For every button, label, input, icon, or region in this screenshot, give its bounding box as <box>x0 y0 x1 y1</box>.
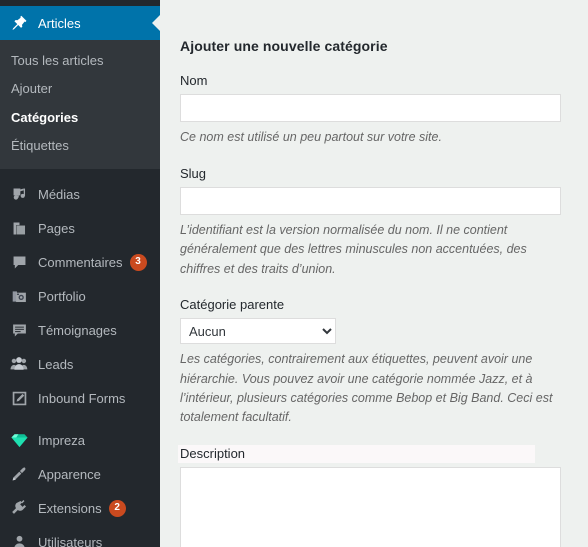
description-textarea[interactable] <box>180 466 561 547</box>
submenu-item-ajouter[interactable]: Ajouter <box>0 75 160 103</box>
sidebar-item-medias[interactable]: Médias <box>0 177 160 211</box>
sidebar-item-inbound-forms[interactable]: Inbound Forms <box>0 381 160 415</box>
plugin-icon <box>9 498 29 518</box>
sidebar-separator-1 <box>0 169 160 177</box>
sidebar-item-label: Commentaires <box>38 254 123 270</box>
sidebar-item-label: Leads <box>38 356 74 372</box>
main-content: Ajouter une nouvelle catégorie Nom Ce no… <box>160 0 588 547</box>
page-title: Ajouter une nouvelle catégorie <box>180 38 388 54</box>
sidebar-item-label: Témoignages <box>38 322 117 338</box>
name-label: Nom <box>180 73 208 89</box>
sidebar-item-impreza[interactable]: Impreza <box>0 423 160 457</box>
sidebar-item-label: Portfolio <box>38 288 86 304</box>
description-label-text: Description <box>178 444 536 463</box>
parent-category-select[interactable]: Aucun <box>180 318 336 345</box>
brush-icon <box>9 464 29 484</box>
admin-sidebar: Articles Tous les articles Ajouter Catég… <box>0 0 160 547</box>
wordpress-admin-screen: Articles Tous les articles Ajouter Catég… <box>0 0 588 547</box>
extensions-badge: 2 <box>108 499 126 517</box>
current-menu-arrow <box>152 15 160 31</box>
sidebar-item-label: Articles <box>38 15 81 31</box>
slug-label: Slug <box>180 165 207 181</box>
slug-input[interactable] <box>180 186 561 215</box>
slug-help-text: L’identifiant est la version normalisée … <box>180 222 527 276</box>
name-input[interactable] <box>180 94 561 123</box>
form-edit-icon <box>9 388 29 408</box>
sidebar-item-extensions[interactable]: Extensions 2 <box>0 491 160 525</box>
submenu-item-tous-les-articles[interactable]: Tous les articles <box>0 47 160 75</box>
sidebar-item-label: Inbound Forms <box>38 390 126 406</box>
comment-icon <box>9 252 29 272</box>
articles-submenu: Tous les articles Ajouter Catégories Éti… <box>0 40 160 169</box>
sidebar-item-leads[interactable]: Leads <box>0 347 160 381</box>
submenu-item-etiquettes[interactable]: Étiquettes <box>0 132 160 160</box>
sidebar-item-temoignages[interactable]: Témoignages <box>0 313 160 347</box>
sidebar-item-label: Pages <box>38 220 75 236</box>
field-parent-category: Catégorie parente Aucun Les catégories, … <box>180 296 560 428</box>
sidebar-item-apparence[interactable]: Apparence <box>0 457 160 491</box>
portfolio-icon <box>9 286 29 306</box>
parent-category-help-text: Les catégories, contrairement aux étique… <box>180 352 553 425</box>
sidebar-separator-2 <box>0 415 160 423</box>
pages-icon <box>9 218 29 238</box>
sidebar-item-label: Impreza <box>38 432 85 448</box>
pin-icon <box>9 13 29 33</box>
field-description: Description <box>178 444 561 547</box>
name-help-text: Ce nom est utilisé un peu partout sur vo… <box>180 130 442 145</box>
testimonial-icon <box>9 320 29 340</box>
media-icon <box>9 184 29 204</box>
diamond-icon <box>9 430 29 450</box>
user-icon <box>9 532 29 547</box>
sidebar-item-label: Apparence <box>38 466 101 482</box>
comments-badge: 3 <box>129 253 147 271</box>
sidebar-item-pages[interactable]: Pages <box>0 211 160 245</box>
sidebar-item-articles[interactable]: Articles <box>0 6 160 40</box>
description-label: Description <box>178 444 560 463</box>
leads-icon <box>9 354 29 374</box>
field-name: Nom Ce nom est utilisé un peu partout su… <box>180 72 561 148</box>
sidebar-item-label: Utilisateurs <box>38 534 103 547</box>
sidebar-item-commentaires[interactable]: Commentaires 3 <box>0 245 160 279</box>
parent-category-label: Catégorie parente <box>180 297 285 313</box>
submenu-item-categories[interactable]: Catégories <box>0 104 160 132</box>
sidebar-item-label: Extensions <box>38 500 102 516</box>
field-slug: Slug L’identifiant est la version normal… <box>180 165 561 279</box>
sidebar-item-label: Médias <box>38 186 80 202</box>
sidebar-item-portfolio[interactable]: Portfolio <box>0 279 160 313</box>
sidebar-item-utilisateurs[interactable]: Utilisateurs <box>0 525 160 547</box>
